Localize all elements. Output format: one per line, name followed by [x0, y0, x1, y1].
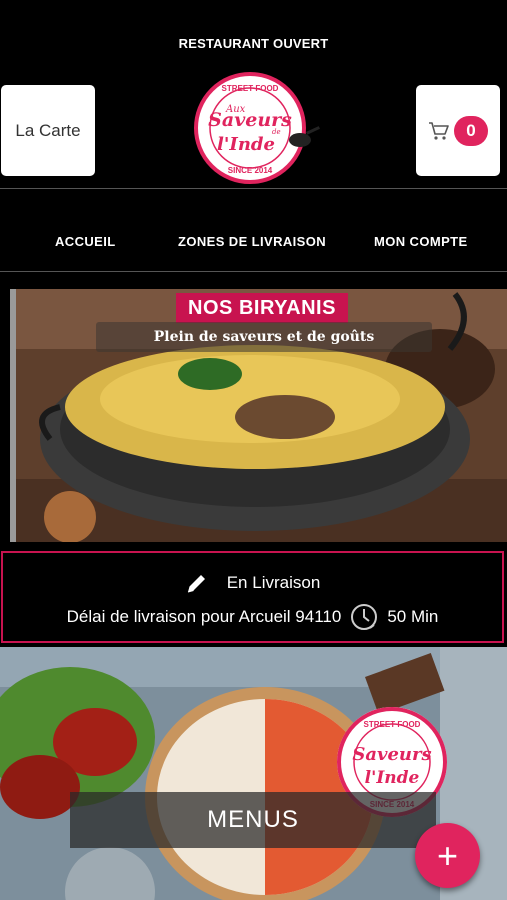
menus-logo-line4: l'Inde [365, 768, 420, 788]
clock-icon [351, 604, 378, 630]
menus-logo-top-text: STREET FOOD [364, 720, 421, 729]
nav-item-zones-de-livraison[interactable]: ZONES DE LIVRAISON [178, 234, 326, 249]
nav-divider [0, 271, 507, 272]
la-carte-label: La Carte [15, 120, 81, 140]
menus-label: MENUS [70, 792, 436, 848]
cart-count-badge: 0 [454, 115, 488, 146]
restaurant-logo[interactable]: STREET FOOD Aux Saveurs de l'Inde SINCE … [188, 70, 320, 186]
header-divider [0, 188, 507, 189]
delivery-mode: En Livraison [226, 573, 321, 592]
pencil-icon [187, 575, 205, 593]
nav-item-accueil[interactable]: ACCUEIL [55, 234, 116, 249]
logo-bottom-text: SINCE 2014 [228, 166, 273, 175]
add-button[interactable]: + [415, 823, 480, 888]
logo-top-text: STREET FOOD [222, 84, 279, 93]
restaurant-status: RESTAURANT OUVERT [178, 36, 329, 51]
nav-item-mon-compte[interactable]: MON COMPTE [374, 234, 468, 249]
delivery-time: 50 Min [387, 607, 439, 626]
la-carte-button[interactable]: La Carte [1, 85, 95, 176]
plus-icon: + [436, 834, 459, 876]
main-nav: ACCUEIL ZONES DE LIVRAISON MON COMPTE [0, 234, 507, 250]
logo-line4: l'Inde [217, 134, 275, 155]
menus-logo-line2: Saveurs [352, 744, 431, 765]
cart-icon [429, 121, 449, 140]
banner-title: NOS BIRYANIS [176, 293, 348, 323]
delivery-delay-text: Délai de livraison pour Arcueil 94110 [66, 607, 342, 626]
delivery-info-panel[interactable]: En Livraison Délai de livraison pour Arc… [1, 551, 504, 643]
cart-button[interactable]: 0 [416, 85, 500, 176]
banner-subtitle: Plein de saveurs et de goûts [96, 322, 432, 352]
